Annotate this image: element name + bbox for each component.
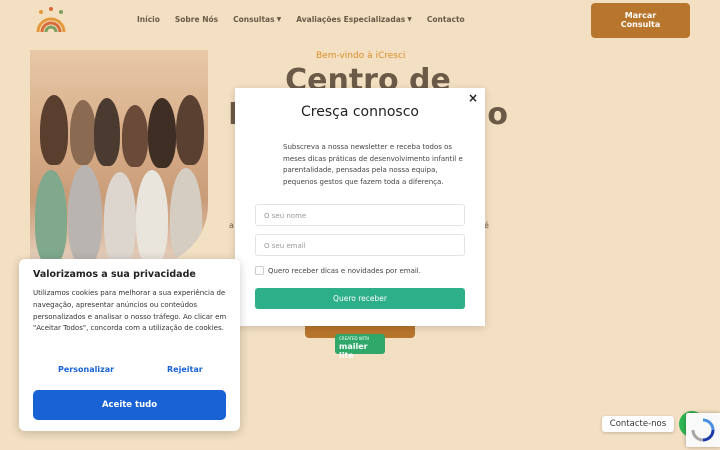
cookie-banner: Valorizamos a sua privacidade Utilizamos…	[19, 259, 240, 431]
chevron-down-icon: ▼	[276, 16, 282, 23]
accept-all-button[interactable]: Aceite tudo	[33, 390, 226, 420]
nav-item-consultas[interactable]: Consultas ▼	[233, 15, 281, 24]
consent-checkbox[interactable]	[255, 266, 264, 275]
cookie-text: Utilizamos cookies para melhorar a sua e…	[33, 289, 227, 333]
newsletter-modal: × Cresça connosco Subscreva a nossa news…	[235, 88, 485, 326]
site-header: Início Sobre Nós Consultas ▼ Avaliações E…	[0, 0, 720, 40]
nav-item-contacto[interactable]: Contacto	[427, 15, 465, 24]
reject-button[interactable]: Rejeitar	[167, 365, 203, 374]
nav-item-inicio[interactable]: Início	[137, 15, 160, 24]
hero-description-fragment: a	[229, 221, 234, 230]
email-field[interactable]: O seu email	[255, 234, 465, 256]
icresci-logo[interactable]	[32, 6, 70, 36]
name-field[interactable]: O seu nome	[255, 204, 465, 226]
consent-label: Quero receber dicas e novidades por emai…	[268, 266, 421, 275]
mailerlite-badge[interactable]: CREATED WITH mailer lite	[335, 334, 385, 360]
close-icon[interactable]: ×	[468, 91, 478, 105]
cookie-title: Valorizamos a sua privacidade	[33, 269, 196, 280]
modal-description: Subscreva a nossa newsletter e receba to…	[283, 143, 463, 186]
customize-button[interactable]: Personalizar	[58, 365, 114, 374]
contact-us-label[interactable]: Contacte-nos	[602, 416, 674, 432]
welcome-text: Bem-vindo à iCresci	[316, 51, 406, 61]
team-photo	[30, 50, 208, 265]
subscribe-button[interactable]: Quero receber	[255, 288, 465, 309]
main-nav: Início Sobre Nós Consultas ▼ Avaliações E…	[137, 15, 480, 24]
nav-item-avaliacoes[interactable]: Avaliações Especializadas ▼	[296, 15, 412, 24]
nav-item-sobre-nos[interactable]: Sobre Nós	[175, 15, 218, 24]
consent-checkbox-row[interactable]: Quero receber dicas e novidades por emai…	[255, 266, 421, 275]
chevron-down-icon: ▼	[407, 16, 412, 23]
recaptcha-logo-icon	[691, 418, 715, 442]
book-appointment-button[interactable]: Marcar Consulta	[591, 3, 690, 38]
recaptcha-icon	[686, 413, 720, 447]
modal-title: Cresça connosco	[301, 104, 419, 120]
